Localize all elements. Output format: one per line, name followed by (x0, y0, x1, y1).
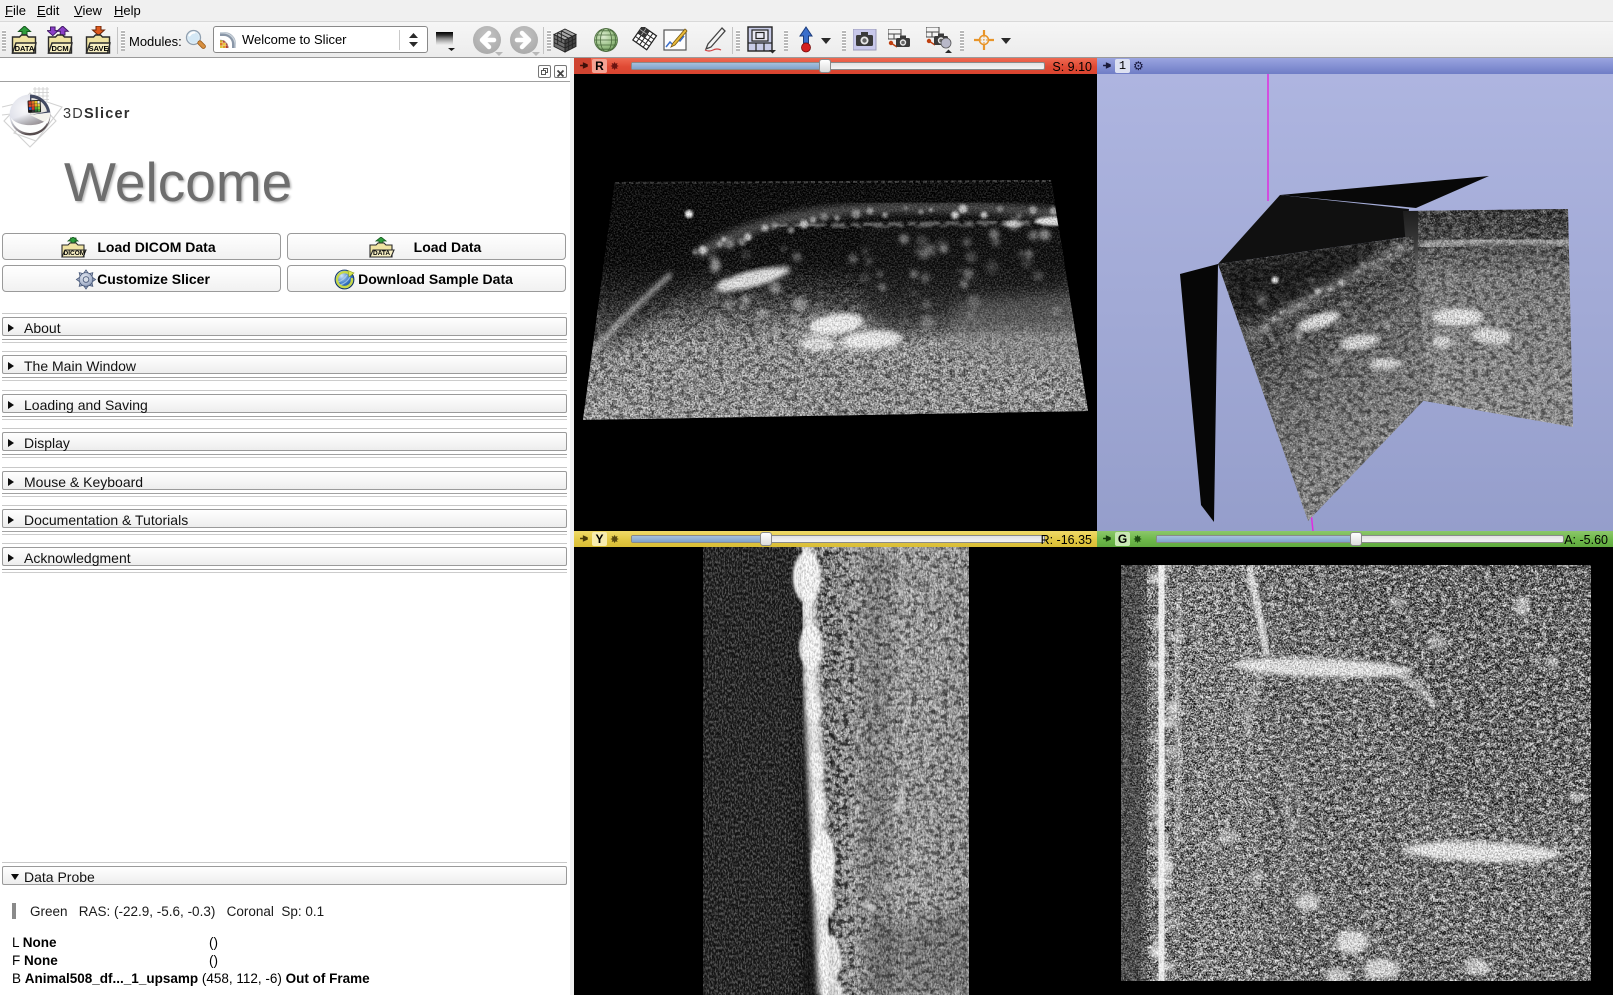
svg-text:DATA: DATA (15, 44, 35, 53)
svg-text:DATA: DATA (373, 250, 390, 257)
svg-text:DCM: DCM (52, 44, 69, 53)
svg-text:SAVE: SAVE (89, 44, 109, 53)
svg-text:DICOM: DICOM (64, 250, 86, 257)
